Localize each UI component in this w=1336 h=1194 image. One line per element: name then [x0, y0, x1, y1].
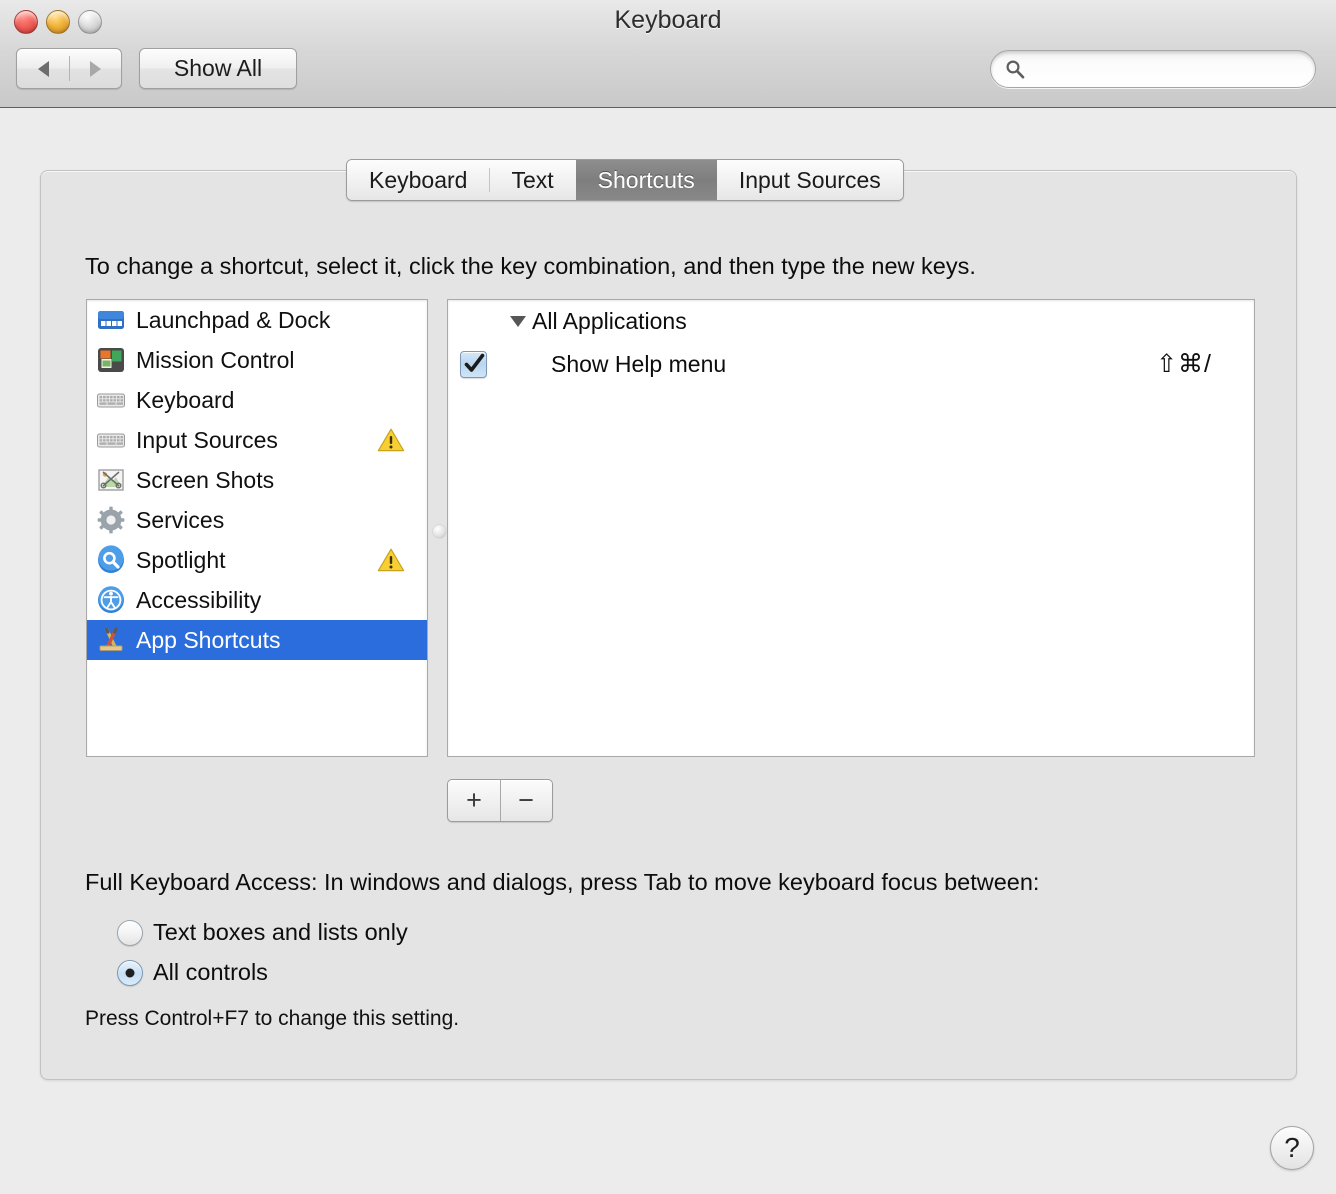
tab-text[interactable]: Text [489, 160, 575, 200]
tab-shortcuts[interactable]: Shortcuts [576, 160, 717, 200]
keyboard-icon [96, 425, 126, 455]
keyboard-icon [96, 385, 126, 415]
shortcut-enabled-checkbox[interactable] [460, 351, 487, 378]
tab-bar: Keyboard Text Shortcuts Input Sources [346, 159, 904, 201]
instruction-text: To change a shortcut, select it, click t… [85, 253, 976, 280]
sidebar-item-label: Accessibility [136, 587, 261, 614]
full-keyboard-access-label: Full Keyboard Access: In windows and dia… [85, 869, 1039, 896]
split-pane-handle[interactable] [433, 525, 446, 538]
checkmark-icon [463, 353, 486, 376]
forward-arrow-icon [90, 61, 101, 77]
show-all-button[interactable]: Show All [139, 48, 297, 89]
sidebar-item-services[interactable]: Services [87, 500, 427, 540]
sidebar-item-app-shortcuts[interactable]: App Shortcuts [87, 620, 427, 660]
sidebar-item-launchpad-dock[interactable]: Launchpad & Dock [87, 300, 427, 340]
radio-button-icon[interactable] [117, 920, 143, 946]
shortcut-list[interactable]: All Applications Show Help menu ⇧⌘/ [447, 299, 1255, 757]
shortcut-keys[interactable]: ⇧⌘/ [1156, 349, 1212, 379]
search-field[interactable] [990, 50, 1316, 88]
chevron-down-icon[interactable] [510, 316, 526, 327]
tab-input-sources[interactable]: Input Sources [717, 160, 903, 200]
forward-button[interactable] [69, 49, 121, 88]
navigation-buttons [16, 48, 122, 89]
tab-keyboard[interactable]: Keyboard [347, 160, 489, 200]
sidebar-item-mission-control[interactable]: Mission Control [87, 340, 427, 380]
add-shortcut-button[interactable]: + [448, 780, 500, 821]
sidebar-item-label: Mission Control [136, 347, 295, 374]
radio-all-controls[interactable]: All controls [117, 959, 268, 986]
spotlight-icon [96, 545, 126, 575]
radio-text-boxes-and-lists-only[interactable]: Text boxes and lists only [117, 919, 408, 946]
sidebar-item-spotlight[interactable]: Spotlight [87, 540, 427, 580]
search-input[interactable] [1033, 58, 1301, 80]
sidebar-item-label: Spotlight [136, 547, 226, 574]
warning-icon [377, 427, 405, 453]
sidebar-item-label: Services [136, 507, 224, 534]
app-shortcuts-icon [96, 625, 126, 655]
sidebar-item-label: Screen Shots [136, 467, 274, 494]
sidebar-item-screen-shots[interactable]: Screen Shots [87, 460, 427, 500]
help-button[interactable]: ? [1270, 1126, 1314, 1170]
shortcut-name: Show Help menu [551, 351, 726, 378]
mission-control-icon [96, 345, 126, 375]
back-arrow-icon [38, 61, 49, 77]
services-gear-icon [96, 505, 126, 535]
launchpad-dock-icon [96, 305, 126, 335]
shortcut-group-header[interactable]: All Applications [448, 300, 1254, 342]
radio-label: Text boxes and lists only [153, 919, 408, 946]
radio-label: All controls [153, 959, 268, 986]
sidebar-item-accessibility[interactable]: Accessibility [87, 580, 427, 620]
sidebar-item-keyboard[interactable]: Keyboard [87, 380, 427, 420]
keyboard-preferences-window: Keyboard Show All Keyboard Text Shortcut… [0, 0, 1336, 1194]
sidebar-item-label: App Shortcuts [136, 627, 280, 654]
sidebar-item-label: Launchpad & Dock [136, 307, 330, 334]
warning-icon [377, 547, 405, 573]
search-icon [1005, 59, 1025, 79]
shortcut-category-list[interactable]: Launchpad & Dock Mission Control [86, 299, 428, 757]
sidebar-item-label: Keyboard [136, 387, 234, 414]
shortcut-row[interactable]: Show Help menu ⇧⌘/ [448, 342, 1254, 386]
radio-button-icon[interactable] [117, 960, 143, 986]
add-remove-controls: + − [447, 779, 553, 822]
accessibility-icon [96, 585, 126, 615]
full-keyboard-access-hint: Press Control+F7 to change this setting. [85, 1007, 459, 1031]
remove-shortcut-button[interactable]: − [500, 780, 552, 821]
sidebar-item-input-sources[interactable]: Input Sources [87, 420, 427, 460]
window-title: Keyboard [0, 6, 1336, 35]
shortcut-group-label: All Applications [532, 308, 687, 335]
window-titlebar: Keyboard Show All [0, 0, 1336, 108]
sidebar-item-label: Input Sources [136, 427, 278, 454]
preferences-panel: Keyboard Text Shortcuts Input Sources To… [40, 170, 1297, 1080]
screenshots-icon [96, 465, 126, 495]
back-button[interactable] [17, 49, 69, 88]
